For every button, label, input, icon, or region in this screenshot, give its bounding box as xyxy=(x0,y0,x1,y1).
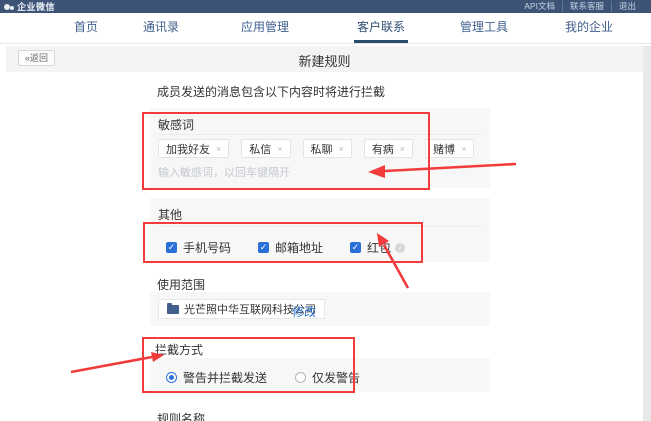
checkbox-label: 邮箱地址 xyxy=(275,239,323,256)
remove-tag-icon[interactable]: × xyxy=(339,144,344,154)
scope-edit-link[interactable]: 修改 xyxy=(292,303,316,320)
top-bar: 企业微信 API文档 联系客服 退出 xyxy=(0,0,651,13)
checkbox-red-packet[interactable]: ✓ 红包 i xyxy=(350,239,405,256)
rule-name-label: 规则名称 xyxy=(157,410,205,421)
tag-chip[interactable]: 私聊 × xyxy=(303,139,352,158)
tag-label: 有病 xyxy=(372,141,394,157)
other-label: 其他 xyxy=(158,206,182,223)
tag-chip[interactable]: 有病 × xyxy=(364,139,413,158)
radio-warn-only[interactable]: 仅发警告 xyxy=(295,369,360,386)
tag-label: 赌博 xyxy=(433,141,455,157)
remove-tag-icon[interactable]: × xyxy=(461,144,466,154)
tag-label: 私信 xyxy=(249,141,271,157)
remove-tag-icon[interactable]: × xyxy=(216,144,221,154)
sensitive-words-input[interactable]: 输入敏感词，以回车键隔开 xyxy=(158,164,290,180)
tag-chip[interactable]: 赌博 × xyxy=(425,139,474,158)
checkbox-phone-number[interactable]: ✓ 手机号码 xyxy=(166,239,231,256)
tab-my-company[interactable]: 我的企业 xyxy=(565,13,613,44)
radio-selected-icon xyxy=(166,372,177,383)
tab-apps[interactable]: 应用管理 xyxy=(241,13,289,44)
checkbox-checked-icon: ✓ xyxy=(350,242,361,253)
checkbox-email-address[interactable]: ✓ 邮箱地址 xyxy=(258,239,323,256)
checkbox-label: 手机号码 xyxy=(183,239,231,256)
checkbox-label: 红包 xyxy=(367,239,391,256)
folder-icon xyxy=(167,305,179,314)
intro-text: 成员发送的消息包含以下内容时将进行拦截 xyxy=(157,83,385,100)
page: 企业微信 API文档 联系客服 退出 首页 通讯录 应用管理 客户联系 管理工具… xyxy=(0,0,651,421)
top-links: API文档 联系客服 退出 xyxy=(517,0,643,13)
api-docs-link[interactable]: API文档 xyxy=(517,1,562,12)
intercept-options-row: 警告并拦截发送 仅发警告 xyxy=(166,369,360,386)
logout-link[interactable]: 退出 xyxy=(611,1,643,12)
radio-label: 仅发警告 xyxy=(312,369,360,386)
radio-label: 警告并拦截发送 xyxy=(183,369,267,386)
info-icon[interactable]: i xyxy=(395,243,405,253)
vertical-scrollbar[interactable] xyxy=(643,46,651,421)
tab-contacts[interactable]: 通讯录 xyxy=(143,13,179,44)
intercept-method-label: 拦截方式 xyxy=(155,341,203,358)
radio-unselected-icon xyxy=(295,372,306,383)
remove-tag-icon[interactable]: × xyxy=(400,144,405,154)
tag-label: 加我好友 xyxy=(166,141,210,157)
other-options-row: ✓ 手机号码 ✓ 邮箱地址 ✓ 红包 i xyxy=(166,239,405,256)
checkbox-checked-icon: ✓ xyxy=(166,242,177,253)
remove-tag-icon[interactable]: × xyxy=(277,144,282,154)
app-logo: 企业微信 xyxy=(4,0,55,13)
tab-home[interactable]: 首页 xyxy=(74,13,98,44)
tag-label: 私聊 xyxy=(311,141,333,157)
tag-chip[interactable]: 加我好友 × xyxy=(158,139,229,158)
tab-customer-contact[interactable]: 客户联系 xyxy=(357,13,405,44)
checkbox-checked-icon: ✓ xyxy=(258,242,269,253)
divider xyxy=(158,134,482,135)
scope-label: 使用范围 xyxy=(157,276,205,293)
app-logo-text: 企业微信 xyxy=(17,0,55,13)
radio-warn-and-block[interactable]: 警告并拦截发送 xyxy=(166,369,267,386)
page-title: 新建规则 xyxy=(6,51,643,70)
sensitive-words-label: 敏感词 xyxy=(158,116,194,133)
tag-chip[interactable]: 私信 × xyxy=(241,139,290,158)
main-nav: 首页 通讯录 应用管理 客户联系 管理工具 我的企业 xyxy=(0,13,651,44)
sensitive-words-taglist: 加我好友 × 私信 × 私聊 × 有病 × 赌博 × xyxy=(158,139,474,158)
divider xyxy=(158,226,482,227)
wecom-logo-icon xyxy=(4,3,14,11)
back-button[interactable]: «返回 xyxy=(18,50,55,66)
tab-admin-tools[interactable]: 管理工具 xyxy=(460,13,508,44)
contact-support-link[interactable]: 联系客服 xyxy=(562,1,611,12)
